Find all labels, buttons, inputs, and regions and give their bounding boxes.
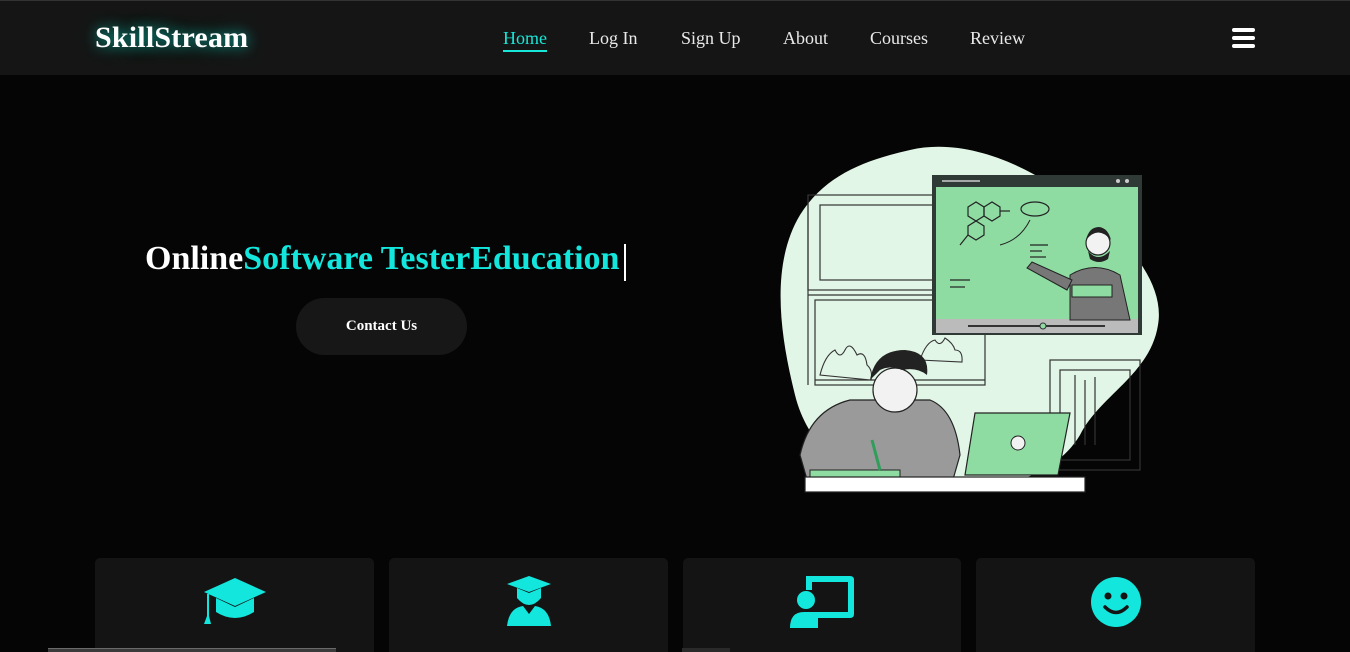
feature-card-online-teaching[interactable] bbox=[683, 558, 961, 652]
contact-us-button[interactable]: Contact Us bbox=[296, 298, 467, 355]
typing-cursor bbox=[624, 244, 626, 281]
hero-title: OnlineSoftware TesterEducation bbox=[145, 240, 619, 278]
online-teacher-icon bbox=[790, 576, 854, 628]
nav-signup[interactable]: Sign Up bbox=[681, 28, 741, 49]
feature-card-graduate[interactable] bbox=[389, 558, 668, 652]
nav-login[interactable]: Log In bbox=[589, 28, 638, 49]
smile-face-icon bbox=[1090, 577, 1141, 627]
hero-title-prefix: Online bbox=[145, 240, 244, 277]
scrollbar-thumb[interactable] bbox=[682, 648, 730, 652]
feature-card-satisfaction[interactable] bbox=[976, 558, 1255, 652]
nav-review[interactable]: Review bbox=[970, 28, 1025, 49]
nav-courses[interactable]: Courses bbox=[870, 28, 928, 49]
hamburger-menu-icon[interactable] bbox=[1232, 28, 1256, 48]
nav-home[interactable]: Home bbox=[503, 28, 547, 52]
hero-title-highlight: Software Tester bbox=[243, 240, 471, 277]
top-navbar: SkillStream Home Log In Sign Up About Co… bbox=[0, 0, 1350, 75]
main-nav: Home Log In Sign Up About Courses Review bbox=[0, 28, 1350, 58]
feature-card-education[interactable] bbox=[95, 558, 374, 652]
graduate-student-icon bbox=[506, 576, 551, 626]
horizontal-scrollbar[interactable] bbox=[48, 648, 336, 652]
hero-title-suffix: Education bbox=[470, 240, 620, 277]
online-learning-illustration bbox=[780, 146, 1159, 493]
graduation-cap-icon bbox=[203, 578, 266, 624]
nav-about[interactable]: About bbox=[783, 28, 828, 49]
